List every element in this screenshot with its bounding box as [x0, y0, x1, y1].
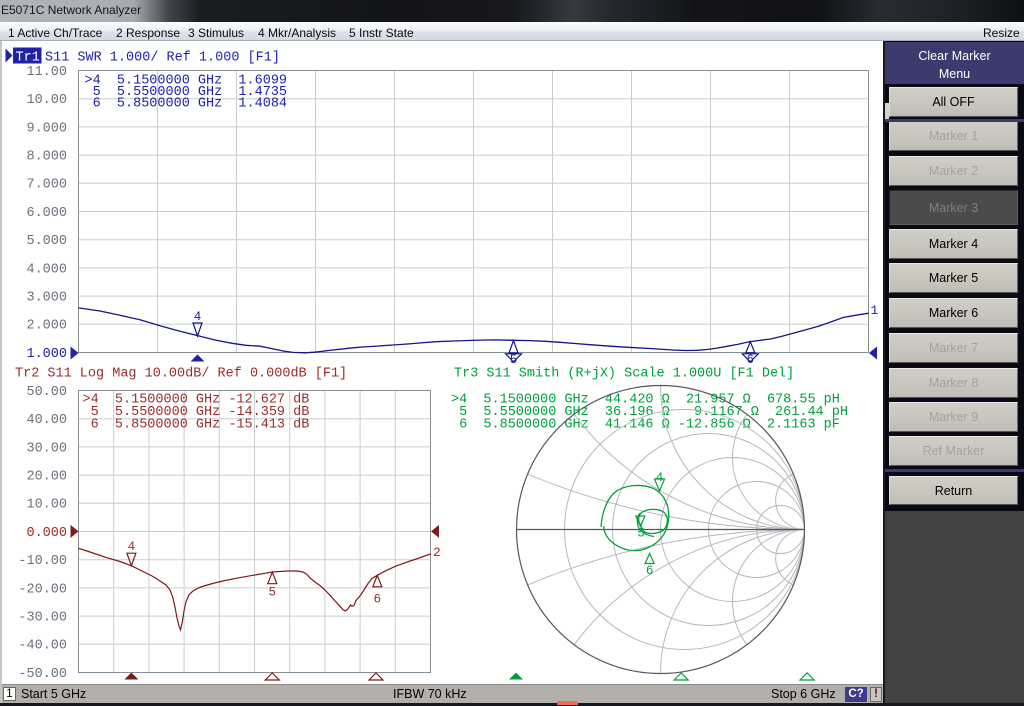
svg-text:Tr3 S11 Smith (R+jX) Scale 1.0: Tr3 S11 Smith (R+jX) Scale 1.000U [F1 De…	[454, 367, 794, 382]
svg-text:4: 4	[128, 540, 136, 554]
svg-text:11.00: 11.00	[26, 65, 67, 80]
svg-text:-10.00: -10.00	[18, 554, 67, 569]
svg-text:5: 5	[637, 527, 645, 541]
svg-text:-20.00: -20.00	[18, 582, 67, 597]
svg-text:6: 6	[374, 593, 382, 607]
svg-text:1.000: 1.000	[26, 347, 67, 362]
svg-text:-50.00: -50.00	[18, 667, 67, 682]
svg-text:40.00: 40.00	[26, 413, 67, 428]
svg-text:6 5.8500000 GHz 41.146 Ω -12: 6 5.8500000 GHz 41.146 Ω -12.856 Ω 2.116…	[451, 417, 840, 432]
svg-text:-30.00: -30.00	[18, 611, 67, 626]
svg-text:9.000: 9.000	[26, 121, 67, 136]
svg-text:7.000: 7.000	[26, 178, 67, 193]
svg-text:30.00: 30.00	[26, 441, 67, 456]
svg-text:1: 1	[871, 303, 879, 318]
svg-text:4: 4	[656, 471, 664, 485]
svg-text:2: 2	[433, 545, 441, 560]
svg-text:Tr1: Tr1	[16, 50, 40, 65]
svg-text:10.00: 10.00	[26, 498, 67, 513]
svg-text:Tr2 S11 Log Mag 10.00dB/ Ref 0: Tr2 S11 Log Mag 10.00dB/ Ref 0.000dB [F1…	[15, 367, 347, 382]
svg-text:5.000: 5.000	[26, 234, 67, 249]
svg-text:20.00: 20.00	[26, 470, 67, 485]
svg-text:8.000: 8.000	[26, 150, 67, 165]
svg-text:10.00: 10.00	[26, 93, 67, 108]
svg-text:0.000: 0.000	[26, 526, 67, 541]
svg-text:3.000: 3.000	[26, 291, 67, 306]
svg-text:5: 5	[510, 353, 518, 367]
svg-text:6: 6	[646, 564, 654, 578]
svg-text:6: 6	[747, 353, 755, 367]
svg-text:6 5.8500000 GHz -15.413 dB: 6 5.8500000 GHz -15.413 dB	[83, 417, 310, 432]
svg-text:2.000: 2.000	[26, 319, 67, 334]
svg-text:6 5.8500000 GHz 1.4084: 6 5.8500000 GHz 1.4084	[85, 97, 288, 112]
svg-text:S11 SWR 1.000/ Ref 1.000 [F1]: S11 SWR 1.000/ Ref 1.000 [F1]	[45, 50, 280, 65]
svg-text:5: 5	[269, 586, 277, 600]
svg-text:4.000: 4.000	[26, 262, 67, 277]
svg-text:6.000: 6.000	[26, 206, 67, 221]
svg-text:50.00: 50.00	[26, 385, 67, 400]
svg-text:4: 4	[194, 310, 202, 324]
svg-text:-40.00: -40.00	[18, 639, 67, 654]
